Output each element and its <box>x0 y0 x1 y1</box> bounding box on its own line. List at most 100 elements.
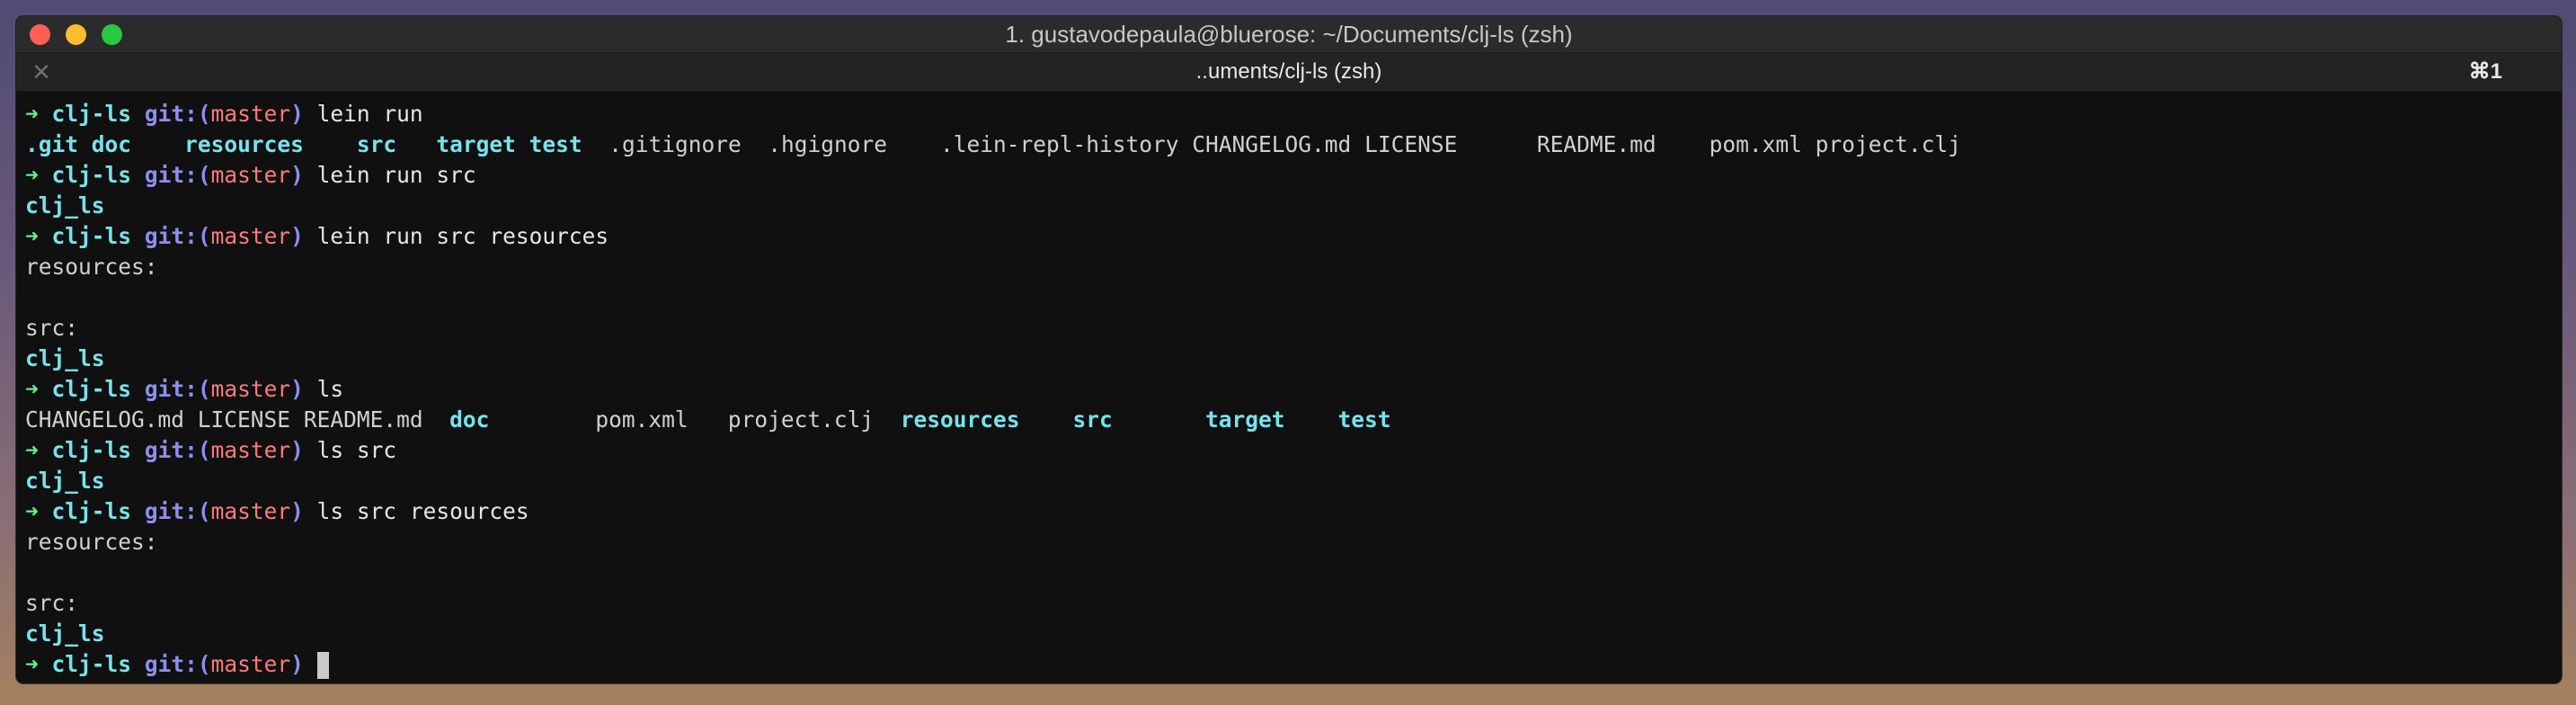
file-entry: LICENSE <box>197 406 291 433</box>
prompt-line: ➜ clj-ls git:(master) <box>25 649 2553 680</box>
prompt-branch: master <box>210 498 291 524</box>
directory-entry: target <box>436 131 516 157</box>
file-entry: README.md <box>303 406 423 433</box>
command-text: lein run <box>316 101 423 127</box>
output-line: resources: <box>25 252 2553 282</box>
directory-entry: clj_ls <box>25 468 105 494</box>
output-text: src: <box>25 315 79 341</box>
tab-bar: ✕ ..uments/clj-ls (zsh) ⌘1 <box>16 53 2562 92</box>
prompt-line: ➜ clj-ls git:(master) ls src resources <box>25 496 2553 527</box>
directory-entry: doc <box>91 131 132 157</box>
listing-line: clj_ls <box>25 619 2553 649</box>
prompt-git-label: git:( <box>144 498 211 524</box>
output-line: resources: <box>25 527 2553 558</box>
listing-line: .git doc resources src target test .giti… <box>25 129 2553 160</box>
prompt-directory: clj-ls <box>51 101 132 127</box>
directory-entry: clj_ls <box>25 192 105 219</box>
file-entry: pom.xml <box>1709 131 1802 157</box>
prompt-arrow-icon: ➜ <box>25 651 39 677</box>
terminal-window: 1. gustavodepaula@bluerose: ~/Documents/… <box>16 16 2562 683</box>
prompt-directory: clj-ls <box>51 223 132 249</box>
listing-line: clj_ls <box>25 191 2553 221</box>
prompt-arrow-icon: ➜ <box>25 101 39 127</box>
prompt-git-label: git:( <box>144 376 211 402</box>
prompt-branch: master <box>210 101 291 127</box>
command-text: ls src <box>316 437 397 463</box>
output-text: src: <box>25 590 79 616</box>
command-text: ls <box>316 376 344 402</box>
prompt-git-label: git:( <box>144 223 211 249</box>
directory-entry: clj_ls <box>25 345 105 371</box>
terminal-output[interactable]: ➜ clj-ls git:(master) lein run .git doc r… <box>25 99 2553 683</box>
prompt-branch: master <box>210 437 291 463</box>
directory-entry: test <box>1337 406 1391 433</box>
listing-line: clj_ls <box>25 344 2553 374</box>
listing-line: clj_ls <box>25 466 2553 496</box>
prompt-branch: master <box>210 223 291 249</box>
prompt-branch: master <box>210 376 291 402</box>
directory-entry: .git <box>25 131 79 157</box>
output-text: resources: <box>25 529 158 555</box>
prompt-arrow-icon: ➜ <box>25 437 39 463</box>
directory-entry: resources <box>184 131 304 157</box>
prompt-line: ➜ clj-ls git:(master) lein run src <box>25 160 2553 191</box>
prompt-directory: clj-ls <box>51 651 132 677</box>
listing-line: CHANGELOG.md LICENSE README.md doc pom.x… <box>25 405 2553 435</box>
directory-entry: test <box>529 131 582 157</box>
window-title: 1. gustavodepaula@bluerose: ~/Documents/… <box>1005 21 1573 48</box>
directory-entry: clj_ls <box>25 620 105 647</box>
directory-entry: src <box>356 131 397 157</box>
prompt-git-close: ) <box>290 498 304 524</box>
file-entry: .gitignore <box>608 131 742 157</box>
prompt-branch: master <box>210 162 291 188</box>
prompt-git-label: git:( <box>144 162 211 188</box>
title-bar[interactable]: 1. gustavodepaula@bluerose: ~/Documents/… <box>16 16 2562 53</box>
prompt-directory: clj-ls <box>51 376 132 402</box>
prompt-line: ➜ clj-ls git:(master) lein run <box>25 99 2553 129</box>
file-entry: project.clj <box>1815 131 1961 157</box>
tab-active[interactable]: ..uments/clj-ls (zsh) <box>16 53 2562 91</box>
command-text: ls src resources <box>316 498 529 524</box>
prompt-git-close: ) <box>290 651 304 677</box>
output-line: src: <box>25 588 2553 619</box>
prompt-arrow-icon: ➜ <box>25 223 39 249</box>
directory-entry: src <box>1072 406 1113 433</box>
directory-entry: target <box>1205 406 1285 433</box>
file-entry: README.md <box>1536 131 1657 157</box>
file-entry: project.clj <box>727 406 875 433</box>
prompt-git-label: git:( <box>144 437 211 463</box>
file-entry: CHANGELOG.md <box>1192 131 1352 157</box>
directory-entry: doc <box>449 406 490 433</box>
directory-entry: resources <box>900 406 1020 433</box>
prompt-line: ➜ clj-ls git:(master) ls src <box>25 435 2553 466</box>
prompt-directory: clj-ls <box>51 162 132 188</box>
file-entry: LICENSE <box>1364 131 1458 157</box>
output-line: src: <box>25 313 2553 344</box>
prompt-arrow-icon: ➜ <box>25 376 39 402</box>
prompt-git-close: ) <box>290 437 304 463</box>
prompt-git-close: ) <box>290 101 304 127</box>
prompt-line: ➜ clj-ls git:(master) ls <box>25 374 2553 405</box>
command-text: lein run src resources <box>316 223 609 249</box>
prompt-git-close: ) <box>290 376 304 402</box>
prompt-git-label: git:( <box>144 101 211 127</box>
prompt-line: ➜ clj-ls git:(master) lein run src resou… <box>25 221 2553 252</box>
command-text: lein run src <box>316 162 476 188</box>
prompt-git-close: ) <box>290 223 304 249</box>
prompt-git-close: ) <box>290 162 304 188</box>
file-entry: .hgignore <box>768 131 887 157</box>
file-entry: .lein-repl-history <box>940 131 1179 157</box>
prompt-arrow-icon: ➜ <box>25 498 39 524</box>
file-entry: CHANGELOG.md <box>25 406 185 433</box>
prompt-directory: clj-ls <box>51 437 132 463</box>
text-cursor[interactable] <box>316 652 329 679</box>
prompt-branch: master <box>210 651 291 677</box>
prompt-directory: clj-ls <box>51 498 132 524</box>
file-entry: pom.xml <box>595 406 688 433</box>
tab-shortcut-label: ⌘1 <box>2468 59 2502 84</box>
prompt-git-label: git:( <box>144 651 211 677</box>
output-text: resources: <box>25 254 158 280</box>
prompt-arrow-icon: ➜ <box>25 162 39 188</box>
